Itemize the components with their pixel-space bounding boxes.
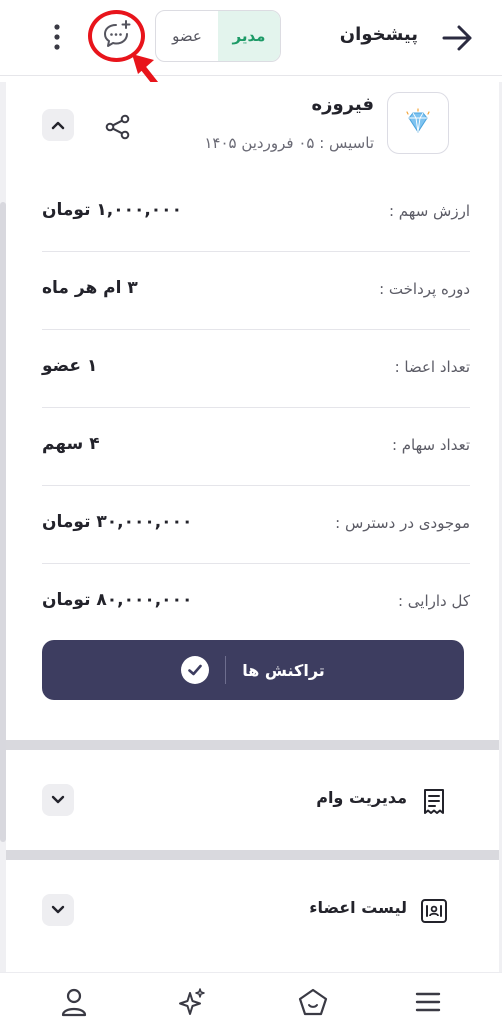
info-value: ۱,۰۰۰,۰۰۰ تومان <box>42 200 182 220</box>
profile-icon <box>61 988 87 1017</box>
info-row-total-assets: کل دارایی : ۸۰,۰۰۰,۰۰۰ تومان <box>42 564 470 642</box>
fund-card: فیروزه تاسیس : ۰۵ فروردین ۱۴۰۵ ارزش سهم … <box>6 82 499 740</box>
expand-loan-button[interactable] <box>42 784 74 816</box>
members-list-title: لیست اعضاء <box>309 898 407 917</box>
expand-members-button[interactable] <box>42 894 74 926</box>
receipt-icon <box>419 786 449 816</box>
members-list-section[interactable]: لیست اعضاء <box>6 860 499 960</box>
transactions-label: تراکنش ها <box>242 660 325 680</box>
info-label: ارزش سهم : <box>388 202 470 220</box>
fund-logo <box>387 92 449 154</box>
nav-profile[interactable] <box>54 985 94 1019</box>
nav-explore[interactable] <box>172 985 212 1019</box>
top-app-bar: پیشخوان عضو مدیر <box>0 0 502 76</box>
loan-management-title: مدیریت وام <box>316 788 407 807</box>
role-option-admin[interactable]: مدیر <box>218 11 280 61</box>
loan-management-section[interactable]: مدیریت وام <box>6 750 499 850</box>
info-value: ۴ سهم <box>42 434 100 454</box>
share-icon <box>105 114 130 140</box>
share-button[interactable] <box>100 109 136 145</box>
info-value: ۳ ام هر ماه <box>42 278 138 298</box>
page-title: پیشخوان <box>339 24 418 45</box>
info-row-share-value: ارزش سهم : ۱,۰۰۰,۰۰۰ تومان <box>42 174 470 252</box>
back-button[interactable] <box>440 20 476 56</box>
chevron-down-icon <box>51 795 65 804</box>
info-label: کل دارایی : <box>397 592 470 610</box>
fund-name: فیروزه <box>311 94 374 115</box>
chevron-up-icon <box>51 121 65 130</box>
info-row-share-count: تعداد سهام : ۴ سهم <box>42 408 470 486</box>
info-row-member-count: تعداد اعضا : ۱ عضو <box>42 330 470 408</box>
fund-founded-date: تاسیس : ۰۵ فروردین ۱۴۰۵ <box>204 134 374 152</box>
info-value: ۸۰,۰۰۰,۰۰۰ تومان <box>42 590 193 610</box>
info-label: دوره پرداخت : <box>379 280 470 298</box>
chevron-down-icon <box>51 905 65 914</box>
transactions-button[interactable]: تراکنش ها <box>42 640 464 700</box>
more-vertical-icon <box>54 24 60 50</box>
info-row-payment-period: دوره پرداخت : ۳ ام هر ماه <box>42 252 470 330</box>
nav-menu[interactable] <box>408 985 448 1019</box>
menu-icon <box>415 992 441 1012</box>
members-list-icon <box>419 896 449 926</box>
nav-home[interactable] <box>293 985 333 1019</box>
info-value: ۳۰,۰۰۰,۰۰۰ تومان <box>42 512 193 532</box>
button-divider <box>225 656 227 684</box>
bottom-navigation <box>0 972 502 1024</box>
more-options-button[interactable] <box>40 18 74 56</box>
section-divider <box>6 850 499 860</box>
info-label: تعداد سهام : <box>391 436 470 454</box>
info-row-available-balance: موجودی در دسترس : ۳۰,۰۰۰,۰۰۰ تومان <box>42 486 470 564</box>
arrow-right-icon <box>442 25 472 51</box>
sparkle-icon <box>179 988 205 1015</box>
info-label: موجودی در دسترس : <box>335 514 470 532</box>
check-circle-icon <box>181 656 210 684</box>
home-icon <box>298 988 328 1016</box>
section-divider <box>6 740 499 750</box>
info-value: ۱ عضو <box>42 356 98 376</box>
diamond-icon <box>406 108 430 133</box>
info-label: تعداد اعضا : <box>394 358 470 376</box>
collapse-card-button[interactable] <box>42 109 74 141</box>
